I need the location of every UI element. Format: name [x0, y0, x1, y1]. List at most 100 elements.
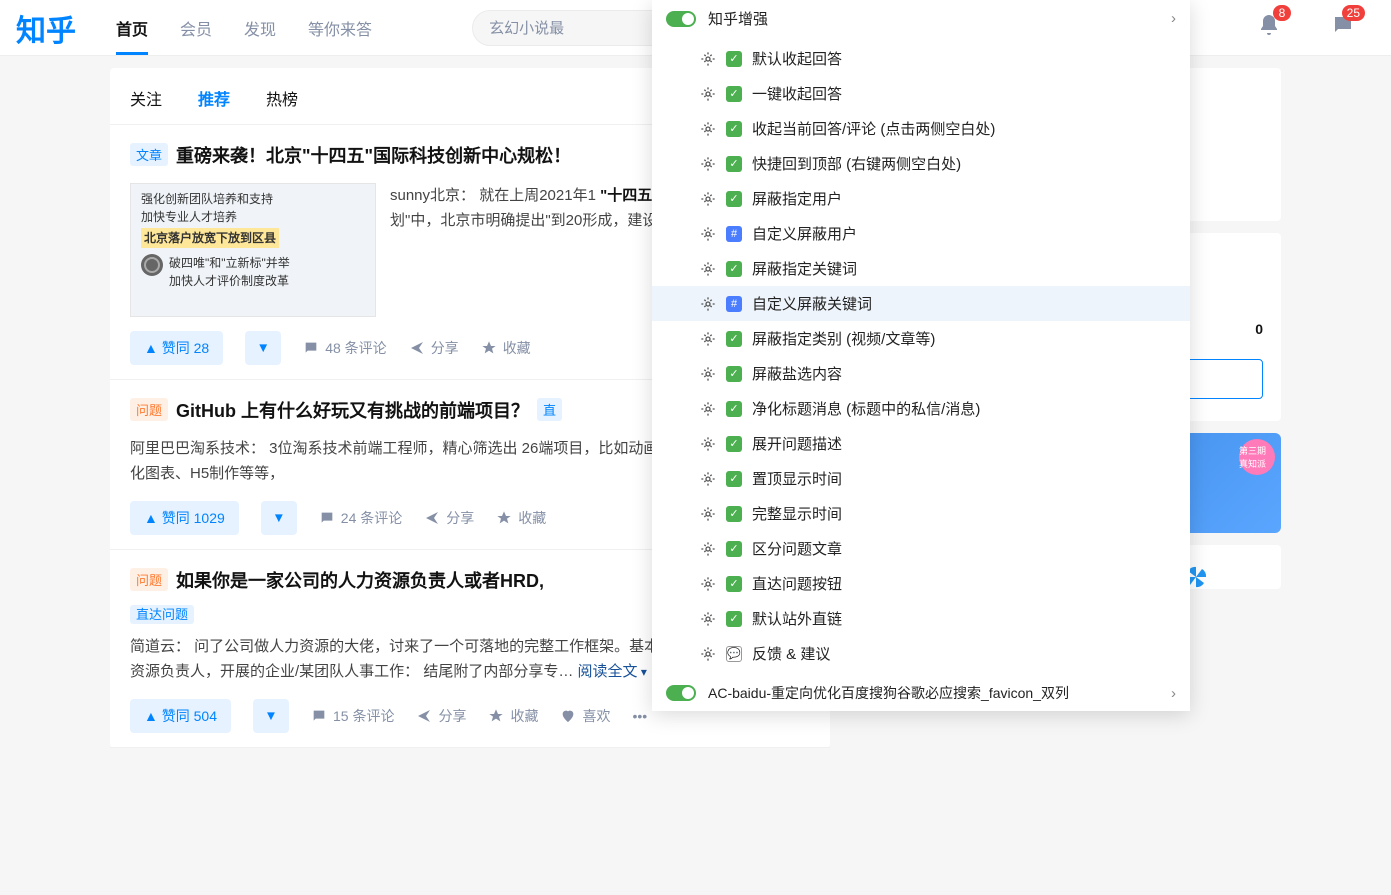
fav-link[interactable]: 收藏	[496, 508, 546, 528]
gear-icon[interactable]	[700, 191, 716, 207]
toggle-icon[interactable]	[666, 685, 696, 701]
gear-icon[interactable]	[700, 86, 716, 102]
checkbox-icon[interactable]: ✓	[726, 261, 742, 277]
gear-icon[interactable]	[700, 366, 716, 382]
gear-icon[interactable]	[700, 226, 716, 242]
thumbnail[interactable]: 强化创新团队培养和支持 加快专业人才培养 北京落户放宽下放到区县 破四唯"和"立…	[130, 183, 376, 317]
ext-option-row[interactable]: ✓ 屏蔽指定类别 (视频/文章等)	[652, 321, 1190, 356]
hash-icon[interactable]: #	[726, 296, 742, 312]
bell-icon[interactable]: 8	[1257, 13, 1281, 42]
share-link[interactable]: 分享	[409, 338, 459, 358]
direct-tag[interactable]: 直达问题	[130, 605, 194, 624]
checkbox-icon[interactable]: ✓	[726, 436, 742, 452]
checkbox-icon[interactable]: ✓	[726, 366, 742, 382]
gear-icon[interactable]	[700, 436, 716, 452]
ext-option-row[interactable]: ✓ 快捷回到顶部 (右键两侧空白处)	[652, 146, 1190, 181]
checkbox-icon[interactable]: ✓	[726, 611, 742, 627]
checkbox-icon[interactable]: ✓	[726, 541, 742, 557]
ext-option-row[interactable]: #自定义屏蔽用户	[652, 216, 1190, 251]
tab-follow[interactable]: 关注	[130, 86, 162, 110]
fav-link[interactable]: 收藏	[481, 338, 531, 358]
upvote-button[interactable]: ▲ 赞同 28	[130, 331, 223, 365]
ext-option-row[interactable]: ✓完整显示时间	[652, 496, 1190, 531]
direct-tag[interactable]: 直	[537, 398, 562, 421]
ext-option-row[interactable]: ✓ 直达问题按钮	[652, 566, 1190, 601]
chevron-right-icon: ›	[1171, 10, 1176, 27]
toggle-icon[interactable]	[666, 11, 696, 27]
gear-icon[interactable]	[700, 471, 716, 487]
ext-option-row[interactable]: ✓默认站外直链	[652, 601, 1190, 636]
item-title[interactable]: 如果你是一家公司的人力资源负责人或者HRD,	[176, 568, 544, 596]
item-title[interactable]: 重磅来袭！北京"十四五"国际科技创新中心规松！	[176, 143, 571, 171]
read-more[interactable]: 阅读全文	[578, 663, 647, 680]
checkbox-icon[interactable]: ✓	[726, 86, 742, 102]
message-icon[interactable]: 25	[1331, 13, 1355, 42]
gear-icon[interactable]	[700, 261, 716, 277]
chat-icon[interactable]: 💬	[726, 646, 742, 662]
gear-icon[interactable]	[700, 51, 716, 67]
comments-link[interactable]: 24 条评论	[319, 508, 402, 528]
tab-recommend[interactable]: 推荐	[198, 86, 230, 110]
gear-icon[interactable]	[700, 646, 716, 662]
share-link[interactable]: 分享	[416, 706, 466, 726]
gear-icon[interactable]	[700, 576, 716, 592]
nav-discover[interactable]: 发现	[244, 2, 276, 54]
gear-icon[interactable]	[700, 541, 716, 557]
gear-icon[interactable]	[700, 296, 716, 312]
ext-option-row[interactable]: #自定义屏蔽关键词	[652, 286, 1190, 321]
ext-second-title: AC-baidu-重定向优化百度搜狗谷歌必应搜索_favicon_双列	[708, 683, 1159, 703]
upvote-button[interactable]: ▲ 赞同 1029	[130, 501, 239, 535]
ext-option-label: 屏蔽盐选内容	[752, 363, 1176, 384]
like-link[interactable]: 喜欢	[560, 706, 610, 726]
nav-home[interactable]: 首页	[116, 2, 148, 54]
gear-icon[interactable]	[700, 156, 716, 172]
ext-option-row[interactable]: 💬反馈 & 建议	[652, 636, 1190, 671]
ext-option-row[interactable]: ✓屏蔽指定用户	[652, 181, 1190, 216]
checkbox-icon[interactable]: ✓	[726, 401, 742, 417]
gear-icon[interactable]	[700, 506, 716, 522]
hash-icon[interactable]: #	[726, 226, 742, 242]
more-icon[interactable]: •••	[632, 708, 647, 724]
downvote-button[interactable]: ▼	[245, 331, 281, 365]
nav-answer[interactable]: 等你来答	[308, 2, 372, 54]
checkbox-icon[interactable]: ✓	[726, 121, 742, 137]
ext-option-row[interactable]: ✓置顶显示时间	[652, 461, 1190, 496]
gear-icon[interactable]	[700, 401, 716, 417]
ext-main-header[interactable]: 知乎增强 ›	[652, 0, 1190, 37]
downvote-button[interactable]: ▼	[253, 699, 289, 733]
gear-icon[interactable]	[700, 331, 716, 347]
ext-option-row[interactable]: ✓区分问题文章	[652, 531, 1190, 566]
checkbox-icon[interactable]: ✓	[726, 471, 742, 487]
ext-option-label: 直达问题按钮	[752, 573, 1176, 594]
fav-link[interactable]: 收藏	[488, 706, 538, 726]
ext-second-header[interactable]: AC-baidu-重定向优化百度搜狗谷歌必应搜索_favicon_双列 ›	[652, 675, 1190, 711]
logo[interactable]: 知乎	[16, 6, 76, 50]
tab-hot[interactable]: 热榜	[266, 86, 298, 110]
upvote-button[interactable]: ▲ 赞同 504	[130, 699, 231, 733]
checkbox-icon[interactable]: ✓	[726, 191, 742, 207]
comments-link[interactable]: 15 条评论	[311, 706, 394, 726]
ext-option-row[interactable]: ✓默认收起回答	[652, 41, 1190, 76]
nav-vip[interactable]: 会员	[180, 2, 212, 54]
gear-icon[interactable]	[700, 611, 716, 627]
ext-option-row[interactable]: ✓收起当前回答/评论 (点击两侧空白处)	[652, 111, 1190, 146]
checkbox-icon[interactable]: ✓	[726, 331, 742, 347]
ext-option-row[interactable]: ✓ 屏蔽盐选内容	[652, 356, 1190, 391]
checkbox-icon[interactable]: ✓	[726, 156, 742, 172]
gear-icon[interactable]	[700, 121, 716, 137]
comments-link[interactable]: 48 条评论	[303, 338, 386, 358]
checkbox-icon[interactable]: ✓	[726, 576, 742, 592]
ext-option-label: 一键收起回答	[752, 83, 1176, 104]
ext-option-row[interactable]: ✓ 一键收起回答	[652, 76, 1190, 111]
checkbox-icon[interactable]: ✓	[726, 51, 742, 67]
ext-option-row[interactable]: ✓屏蔽指定关键词	[652, 251, 1190, 286]
downvote-button[interactable]: ▼	[261, 501, 297, 535]
share-link[interactable]: 分享	[424, 508, 474, 528]
checkbox-icon[interactable]: ✓	[726, 506, 742, 522]
ext-option-label: 屏蔽指定类别 (视频/文章等)	[752, 328, 1176, 349]
ext-option-label: 快捷回到顶部 (右键两侧空白处)	[752, 153, 1176, 174]
ext-option-row[interactable]: ✓展开问题描述	[652, 426, 1190, 461]
question-tag: 问题	[130, 398, 168, 421]
ext-option-row[interactable]: ✓净化标题消息 (标题中的私信/消息)	[652, 391, 1190, 426]
item-title[interactable]: GitHub 上有什么好玩又有挑战的前端项目？	[176, 398, 529, 426]
